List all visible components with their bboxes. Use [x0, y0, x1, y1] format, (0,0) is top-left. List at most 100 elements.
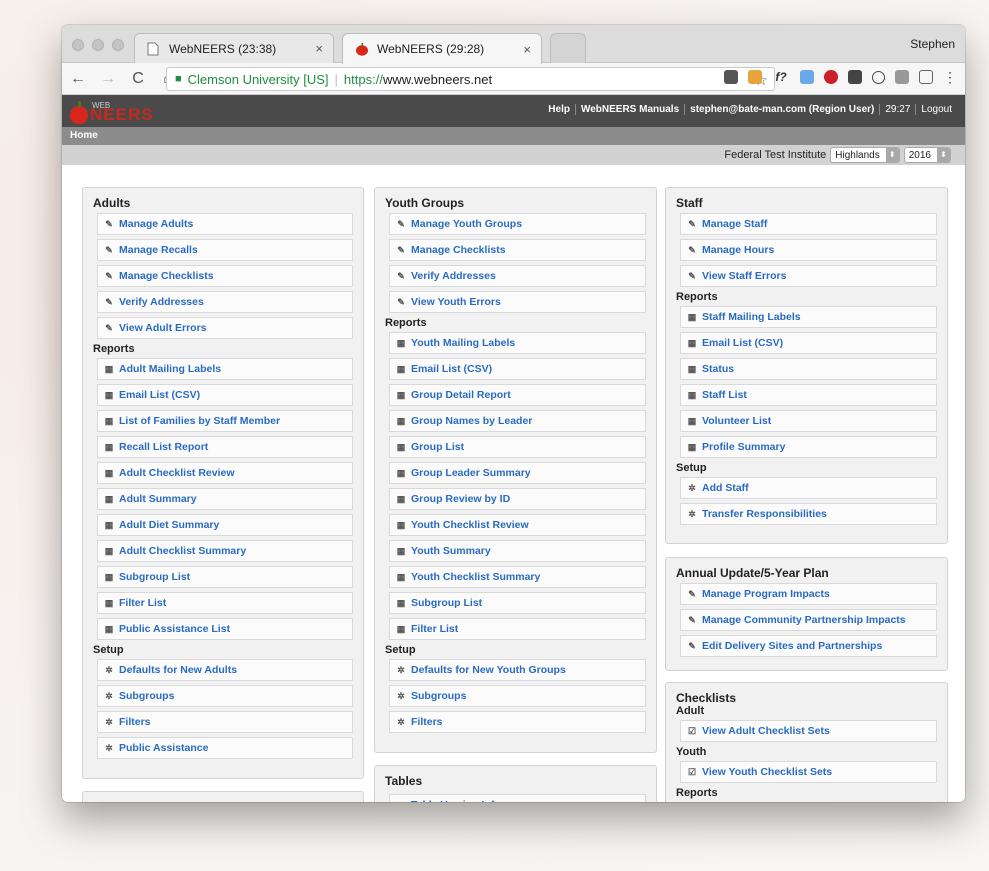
- additional-panel: [82, 791, 364, 802]
- maximize-window-button[interactable]: [112, 39, 124, 51]
- region-select-value: Highlands: [835, 149, 880, 161]
- report-link-item[interactable]: ▦ Adult Summary: [97, 488, 353, 510]
- help-link[interactable]: Help: [543, 104, 575, 115]
- report-link-item[interactable]: ▦ Public Assistance List: [97, 618, 353, 640]
- report-icon: ▦: [687, 363, 697, 374]
- pocket-extension-icon[interactable]: [724, 70, 738, 84]
- setup-link-item[interactable]: ✲ Subgroups: [389, 685, 646, 707]
- manage-link-item[interactable]: ✎ Verify Addresses: [97, 291, 353, 313]
- manage-link-item[interactable]: ✎ Verify Addresses: [389, 265, 646, 287]
- manage-link-item[interactable]: ✎ View Youth Errors: [389, 291, 646, 313]
- link-label: Defaults for New Youth Groups: [411, 664, 566, 676]
- webneers-logo[interactable]: WEB NEERS: [70, 98, 154, 124]
- back-arrow-icon[interactable]: ←: [70, 70, 86, 88]
- logout-link[interactable]: Logout: [915, 104, 957, 115]
- reload-icon[interactable]: C: [130, 70, 146, 88]
- extension-icon[interactable]: [748, 70, 762, 84]
- password-extension-icon[interactable]: [872, 70, 885, 84]
- pencil-icon: ✎: [105, 270, 113, 281]
- mail-extension-icon[interactable]: [848, 70, 862, 84]
- report-link-item[interactable]: ▦ Adult Mailing Labels: [97, 358, 353, 380]
- report-link-item[interactable]: ▦ Group Names by Leader: [389, 410, 646, 432]
- report-link-item[interactable]: ▦ Email List (CSV): [680, 332, 937, 354]
- checklist-link-item[interactable]: ☑ View Youth Checklist Sets: [680, 761, 937, 783]
- camera-extension-icon[interactable]: [919, 70, 933, 84]
- adults-panel: Adults ✎ Manage Adults ✎ Manage Recalls ✎ Man…: [82, 187, 364, 779]
- setup-link-item[interactable]: ✲ Public Assistance: [97, 737, 353, 759]
- manage-link-item[interactable]: ✎ Manage Hours: [680, 239, 937, 261]
- report-link-item[interactable]: ▦ Group Review by ID: [389, 488, 646, 510]
- report-link-item[interactable]: ▦ Status: [680, 358, 937, 380]
- manage-link-item[interactable]: ✎ Manage Recalls: [97, 239, 353, 261]
- forward-arrow-icon[interactable]: →: [100, 70, 116, 88]
- minimize-window-button[interactable]: [92, 39, 104, 51]
- manage-link-item[interactable]: ✎ View Adult Errors: [97, 317, 353, 339]
- report-link-item[interactable]: ▦ Staff List: [680, 384, 937, 406]
- formula-extension-icon[interactable]: f?: [772, 70, 790, 84]
- breadcrumb-home[interactable]: Home: [70, 130, 98, 141]
- current-user[interactable]: stephen@bate-man.com (Region User): [684, 104, 879, 115]
- report-link-item[interactable]: ▦ Adult Checklist Review: [97, 462, 353, 484]
- manage-link-item[interactable]: ✎ Manage Program Impacts: [680, 583, 937, 605]
- close-tab-icon[interactable]: ×: [315, 41, 323, 56]
- manage-link-item[interactable]: ✎ Manage Staff: [680, 213, 937, 235]
- manage-link-item[interactable]: ✎ Manage Checklists: [389, 239, 646, 261]
- manuals-link[interactable]: WebNEERS Manuals: [574, 104, 684, 115]
- report-link-item[interactable]: ▦ Filter List: [97, 592, 353, 614]
- report-link-item[interactable]: ▦ Subgroup List: [389, 592, 646, 614]
- extension-icon[interactable]: [895, 70, 909, 84]
- new-tab-button[interactable]: [550, 33, 586, 63]
- report-link-item[interactable]: ▦ Youth Mailing Labels: [389, 332, 646, 354]
- report-link-item[interactable]: ▦ Volunteer List: [680, 410, 937, 432]
- link-label: Subgroups: [119, 690, 175, 702]
- setup-link-item[interactable]: ✲ Transfer Responsibilities: [680, 503, 937, 525]
- close-window-button[interactable]: [72, 39, 84, 51]
- manage-link-item[interactable]: ✎ Edit Delivery Sites and Partnerships: [680, 635, 937, 657]
- link-label: Manage Hours: [702, 244, 775, 256]
- pencil-icon: ✎: [397, 244, 405, 255]
- select-arrows-icon: ⬍: [885, 148, 899, 162]
- setup-link-item[interactable]: ✲ Filters: [97, 711, 353, 733]
- pencil-icon: ✎: [688, 640, 696, 651]
- browser-tab-1[interactable]: WebNEERS (23:38) ×: [134, 33, 334, 63]
- checklist-link-item[interactable]: ☑ View Adult Checklist Sets: [680, 720, 937, 742]
- setup-link-item[interactable]: ✲ Filters: [389, 711, 646, 733]
- browser-profile-name[interactable]: Stephen: [910, 37, 955, 51]
- setup-link-item[interactable]: ✲ Subgroups: [97, 685, 353, 707]
- report-link-item[interactable]: ▦ Adult Diet Summary: [97, 514, 353, 536]
- menu-kebab-icon[interactable]: ⋮: [943, 70, 957, 84]
- link-label: Public Assistance List: [119, 623, 231, 635]
- report-link-item[interactable]: ▦ Group List: [389, 436, 646, 458]
- address-bar[interactable]: ■ Clemson University [US] | https:// www…: [166, 67, 775, 91]
- report-link-item[interactable]: ▦ Email List (CSV): [97, 384, 353, 406]
- report-link-item[interactable]: ▦ Profile Summary: [680, 436, 937, 458]
- pinterest-extension-icon[interactable]: [824, 70, 838, 84]
- report-link-item[interactable]: ▦ Recall List Report: [97, 436, 353, 458]
- setup-link-item[interactable]: ✲ Defaults for New Adults: [97, 659, 353, 681]
- report-link-item[interactable]: ▦ Youth Checklist Summary: [389, 566, 646, 588]
- browser-tab-2-active[interactable]: WebNEERS (29:28) ×: [342, 33, 542, 64]
- report-link-item[interactable]: ▦ Email List (CSV): [389, 358, 646, 380]
- report-link-item[interactable]: ▦ Youth Summary: [389, 540, 646, 562]
- link-label: Adult Checklist Review: [119, 467, 235, 479]
- report-link-item[interactable]: ▦ Filter List: [389, 618, 646, 640]
- calendar-extension-icon[interactable]: [800, 70, 814, 84]
- manage-link-item[interactable]: ✎ View Staff Errors: [680, 265, 937, 287]
- report-link-item[interactable]: ▦ Group Leader Summary: [389, 462, 646, 484]
- close-tab-icon[interactable]: ×: [523, 42, 531, 57]
- report-link-item[interactable]: ▦ Group Detail Report: [389, 384, 646, 406]
- setup-link-item[interactable]: ✲ Defaults for New Youth Groups: [389, 659, 646, 681]
- manage-link-item[interactable]: ✎ Manage Community Partnership Impacts: [680, 609, 937, 631]
- report-link-item[interactable]: ▦ Youth Checklist Review: [389, 514, 646, 536]
- report-link-item[interactable]: ▦ Table Version Info: [389, 794, 646, 802]
- region-select[interactable]: Highlands ⬍: [830, 147, 900, 163]
- manage-link-item[interactable]: ✎ Manage Youth Groups: [389, 213, 646, 235]
- manage-link-item[interactable]: ✎ Manage Adults: [97, 213, 353, 235]
- year-select[interactable]: 2016 ⬍: [903, 147, 951, 163]
- report-link-item[interactable]: ▦ Adult Checklist Summary: [97, 540, 353, 562]
- report-link-item[interactable]: ▦ Staff Mailing Labels: [680, 306, 937, 328]
- setup-link-item[interactable]: ✲ Add Staff: [680, 477, 937, 499]
- report-link-item[interactable]: ▦ List of Families by Staff Member: [97, 410, 353, 432]
- manage-link-item[interactable]: ✎ Manage Checklists: [97, 265, 353, 287]
- report-link-item[interactable]: ▦ Subgroup List: [97, 566, 353, 588]
